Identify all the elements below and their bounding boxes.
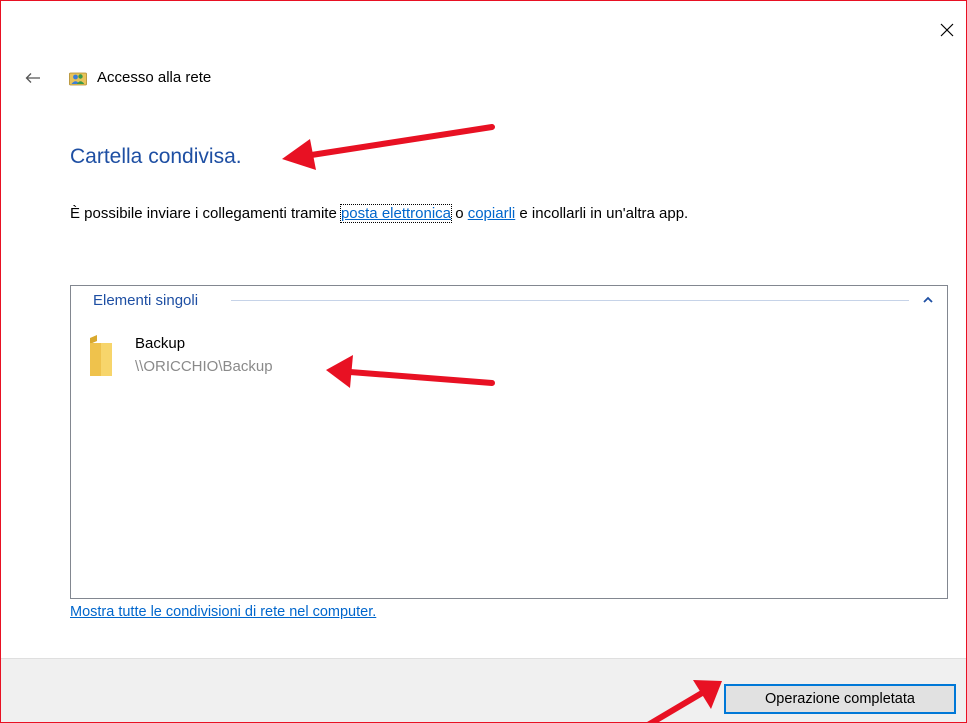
back-arrow-icon — [25, 73, 40, 83]
show-all-shares-link[interactable]: Mostra tutte le condivisioni di rete nel… — [70, 604, 376, 620]
chevron-up-icon — [923, 296, 933, 303]
done-button[interactable]: Operazione completata — [724, 684, 956, 714]
folder-icon — [90, 335, 112, 376]
list-item[interactable]: Backup \\ORICCHIO\Backup — [85, 334, 385, 382]
group-label: Elementi singoli — [93, 292, 205, 309]
dialog-footer: Operazione completata — [1, 658, 966, 722]
description-prefix: È possibile inviare i collegamenti trami… — [70, 205, 341, 222]
group-header: Elementi singoli — [71, 286, 947, 314]
email-link[interactable]: posta elettronica — [339, 204, 453, 223]
description-middle: o — [451, 205, 468, 222]
close-button[interactable] — [932, 15, 962, 45]
share-description: È possibile inviare i collegamenti trami… — [70, 204, 689, 223]
network-users-icon — [69, 72, 87, 86]
network-access-window: Accesso alla rete Cartella condivisa. È … — [0, 0, 967, 723]
share-path: \\ORICCHIO\Backup — [135, 358, 273, 375]
back-button[interactable] — [21, 66, 45, 90]
shared-items-list: Elementi singoli Backup \\ORICCHIO\Backu… — [70, 285, 948, 599]
close-icon — [940, 23, 954, 37]
description-suffix: e incollarli in un'altra app. — [515, 205, 689, 222]
share-name: Backup — [135, 335, 186, 352]
group-collapse-button[interactable] — [921, 292, 935, 306]
page-heading: Cartella condivisa. — [70, 145, 242, 168]
group-divider — [231, 300, 909, 301]
copy-link[interactable]: copiarli — [468, 205, 516, 222]
window-title: Accesso alla rete — [97, 69, 212, 86]
